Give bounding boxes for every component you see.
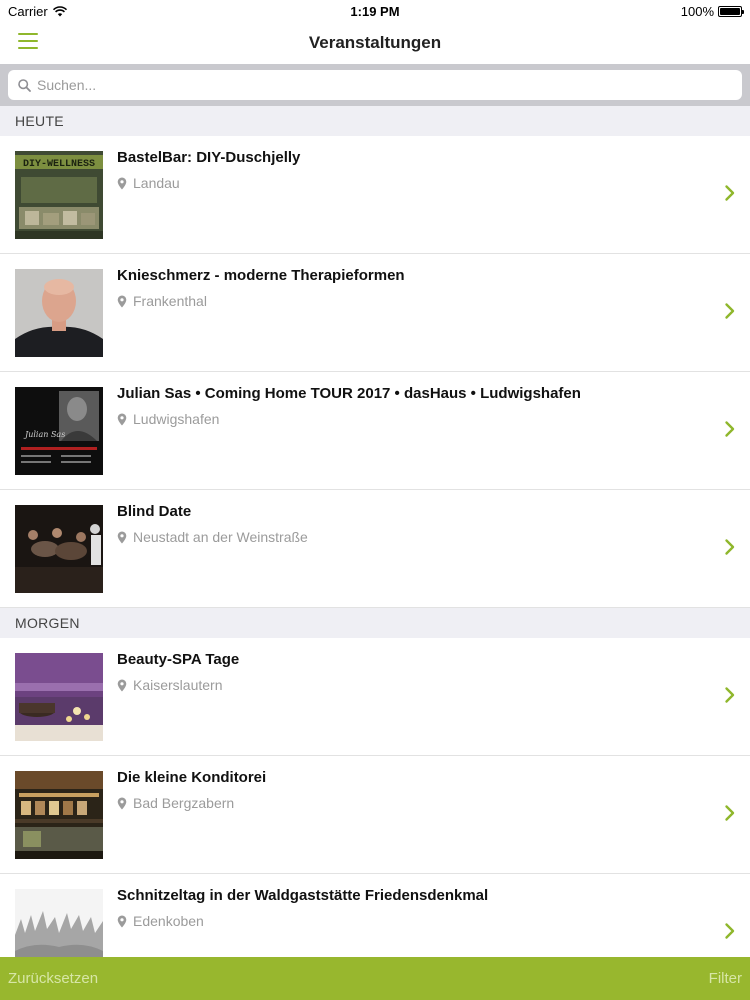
location-pin-icon xyxy=(117,797,127,809)
location-pin-icon xyxy=(117,177,127,189)
list-item[interactable]: Die kleine Konditorei Bad Bergzabern xyxy=(0,756,750,874)
page-title: Veranstaltungen xyxy=(308,33,442,52)
search-input[interactable] xyxy=(37,77,742,93)
event-title: Die kleine Konditorei xyxy=(117,769,267,786)
filter-button[interactable]: Filter xyxy=(709,970,742,987)
chevron-right-icon xyxy=(725,303,735,319)
event-location: Edenkoben xyxy=(117,913,204,929)
wifi-icon xyxy=(52,5,67,16)
event-title: Beauty-SPA Tage xyxy=(117,651,240,668)
chevron-right-icon xyxy=(725,421,735,437)
event-location: Landau xyxy=(117,175,180,191)
event-location-label: Edenkoben xyxy=(133,913,204,929)
event-thumbnail xyxy=(15,653,103,741)
list-item[interactable]: Julian Sas Julian Sas • Coming Home TOUR… xyxy=(0,372,750,490)
list-item[interactable]: Schnitzeltag in der Waldgaststätte Fried… xyxy=(0,874,750,957)
section-header-heute: HEUTE xyxy=(0,106,750,136)
event-title: Schnitzeltag in der Waldgaststätte Fried… xyxy=(117,887,489,904)
search-icon xyxy=(18,78,31,92)
status-bar: Carrier 1:19 PM 100% xyxy=(0,0,750,22)
thumb-text: DIY-WELLNESS xyxy=(23,159,95,170)
event-location: Kaiserslautern xyxy=(117,677,223,693)
navigation-bar: Veranstaltungen xyxy=(0,22,750,64)
event-thumbnail xyxy=(15,889,103,957)
search-bar-container xyxy=(0,64,750,106)
event-title: Blind Date xyxy=(117,503,192,520)
search-field[interactable] xyxy=(8,70,742,100)
location-pin-icon xyxy=(117,531,127,543)
bottom-toolbar: Zurücksetzen Filter xyxy=(0,957,750,1000)
list-item[interactable]: DIY-WELLNESS BastelBar: DIY-Duschjelly L… xyxy=(0,136,750,254)
event-thumbnail xyxy=(15,771,103,859)
event-thumbnail: DIY-WELLNESS xyxy=(15,151,103,239)
chevron-right-icon xyxy=(725,185,735,201)
event-location-label: Landau xyxy=(133,175,180,191)
location-pin-icon xyxy=(117,413,127,425)
battery-percent: 100% xyxy=(680,3,714,19)
event-thumbnail: Julian Sas xyxy=(15,387,103,475)
event-location-label: Frankenthal xyxy=(133,293,207,309)
event-title: Knieschmerz - moderne Therapieformen xyxy=(117,267,405,284)
event-location: Neustadt an der Weinstraße xyxy=(117,529,308,545)
event-location-label: Kaiserslautern xyxy=(133,677,223,693)
chevron-right-icon xyxy=(725,687,735,703)
event-location: Bad Bergzabern xyxy=(117,795,234,811)
status-left: Carrier xyxy=(8,4,67,19)
section-header-morgen: MORGEN xyxy=(0,608,750,638)
thumb-text: Julian Sas xyxy=(23,430,65,439)
location-pin-icon xyxy=(117,295,127,307)
event-list[interactable]: HEUTE DIY-WELLNESS BastelBar: DIY-Duschj… xyxy=(0,106,750,957)
event-title: BastelBar: DIY-Duschjelly xyxy=(117,149,301,166)
list-item[interactable]: Knieschmerz - moderne Therapieformen Fra… xyxy=(0,254,750,372)
battery-icon xyxy=(718,5,744,17)
chevron-right-icon xyxy=(725,539,735,555)
event-thumbnail xyxy=(15,269,103,357)
event-title: Julian Sas • Coming Home TOUR 2017 • das… xyxy=(117,385,581,402)
status-right: 100% xyxy=(680,3,744,19)
status-time: 1:19 PM xyxy=(350,3,400,19)
hamburger-menu-icon[interactable] xyxy=(18,33,38,49)
list-item[interactable]: Blind Date Neustadt an der Weinstraße xyxy=(0,490,750,608)
chevron-right-icon xyxy=(725,923,735,939)
list-item[interactable]: Beauty-SPA Tage Kaiserslautern xyxy=(0,638,750,756)
event-location: Ludwigshafen xyxy=(117,411,219,427)
event-location: Frankenthal xyxy=(117,293,207,309)
event-location-label: Neustadt an der Weinstraße xyxy=(133,529,308,545)
location-pin-icon xyxy=(117,679,127,691)
event-location-label: Bad Bergzabern xyxy=(133,795,235,811)
carrier-label: Carrier xyxy=(8,3,48,19)
event-thumbnail xyxy=(15,505,103,593)
event-location-label: Ludwigshafen xyxy=(133,411,220,427)
reset-button[interactable]: Zurücksetzen xyxy=(8,970,98,987)
location-pin-icon xyxy=(117,915,127,927)
chevron-right-icon xyxy=(725,805,735,821)
